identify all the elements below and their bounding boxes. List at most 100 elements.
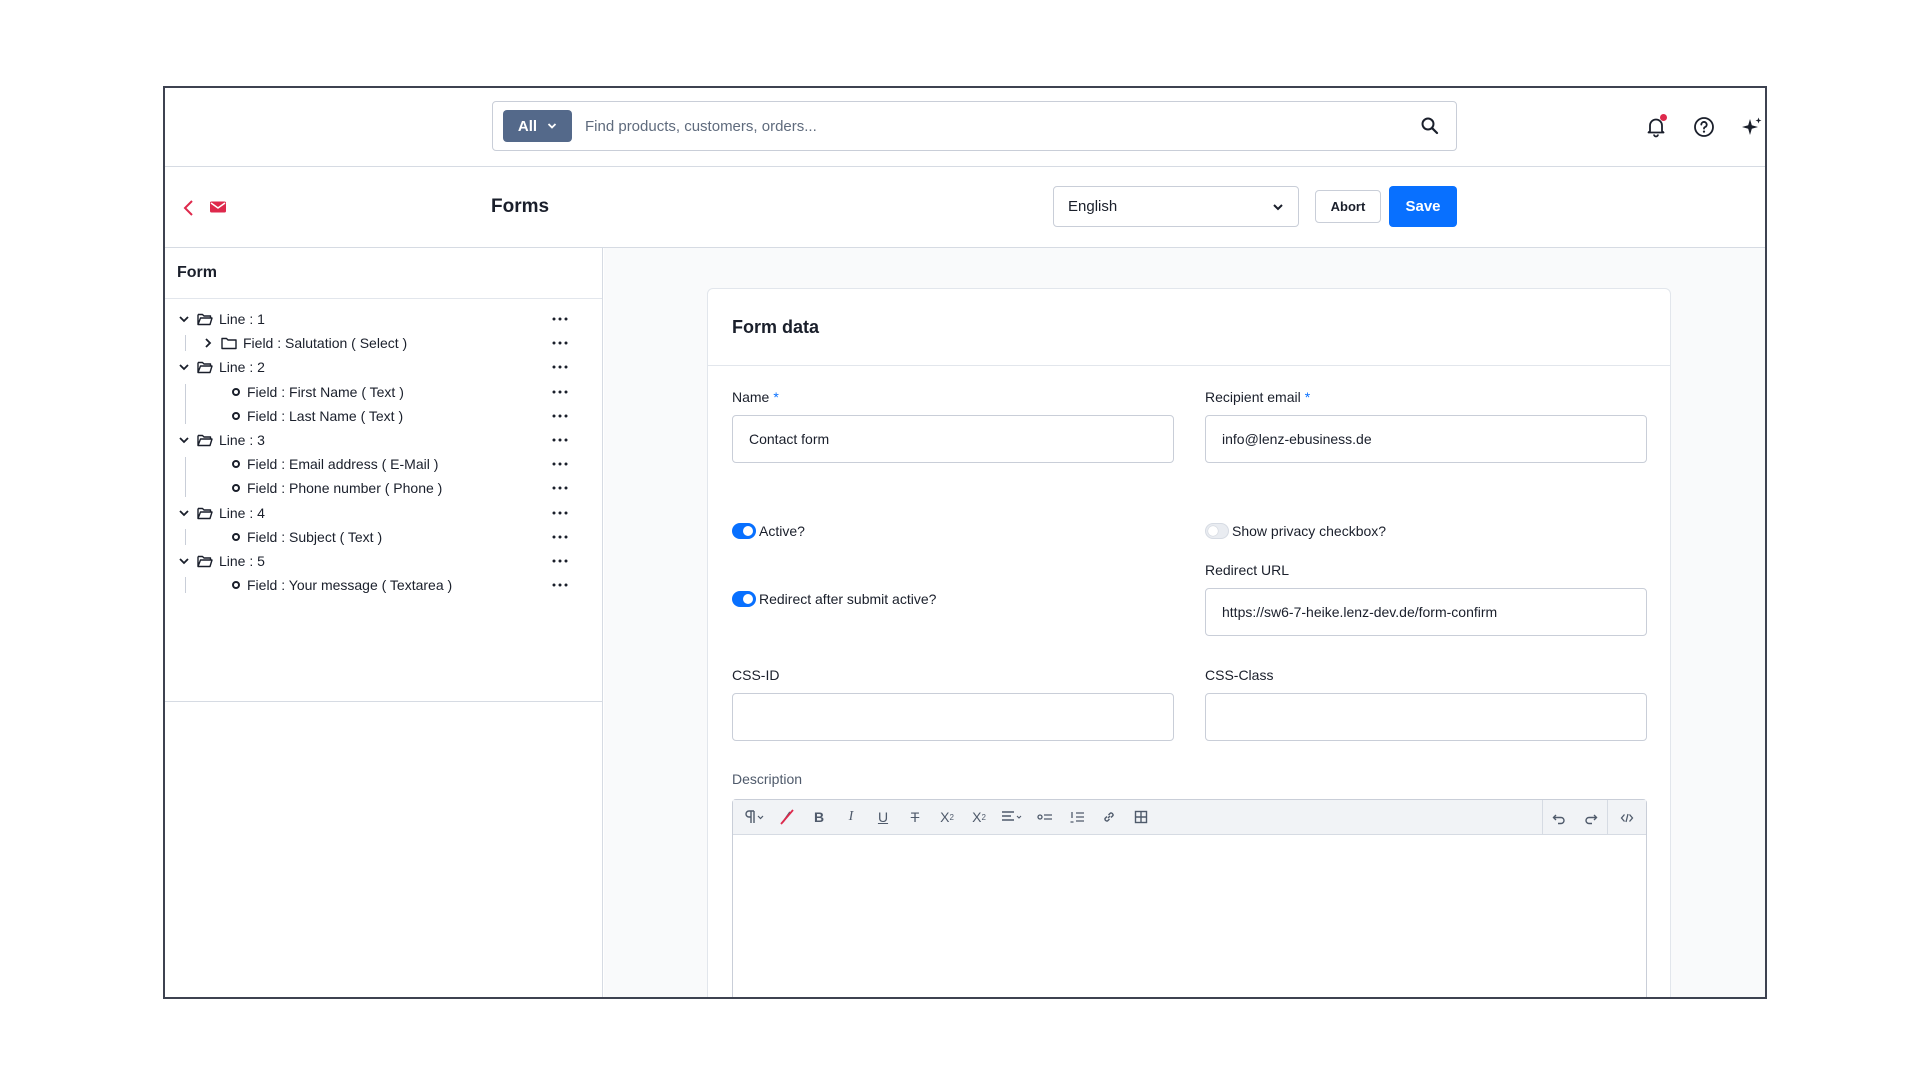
text-align-button[interactable] — [995, 800, 1029, 835]
tree-item-field-email[interactable]: Field : Email address ( E-Mail ) — [165, 452, 602, 476]
tree-item-field-salutation[interactable]: Field : Salutation ( Select ) — [165, 331, 602, 355]
tree-item-label: Field : Phone number ( Phone ) — [247, 480, 443, 497]
link-button[interactable] — [1093, 800, 1125, 835]
undo-icon — [1552, 814, 1565, 824]
tree-item-label: Field : Salutation ( Select ) — [243, 335, 408, 352]
tree-item-label: Field : Last Name ( Text ) — [247, 407, 404, 424]
chevron-down-icon — [1273, 204, 1283, 211]
chevron-right-icon[interactable] — [201, 336, 215, 350]
tree-item-label: Line : 2 — [219, 359, 265, 376]
toggle-knob — [743, 594, 753, 604]
tree-item-field-message[interactable]: Field : Your message ( Textarea ) — [165, 573, 602, 597]
underline-button[interactable]: U — [867, 800, 899, 835]
tree-item-field-first-name[interactable]: Field : First Name ( Text ) — [165, 380, 602, 404]
search-scope-button[interactable]: All — [503, 110, 572, 142]
tree-item-line-1[interactable]: Line : 1 — [165, 307, 602, 331]
bullet-list-button[interactable] — [1029, 800, 1061, 835]
form-data-card: Form data Name* Recipient email* Active?… — [707, 288, 1671, 997]
privacy-checkbox-toggle[interactable] — [1205, 523, 1229, 539]
tree-item-line-4[interactable]: Line : 4 — [165, 501, 602, 525]
chevron-down-icon[interactable] — [177, 506, 191, 520]
more-options-icon[interactable] — [551, 481, 569, 495]
css-id-input[interactable] — [732, 693, 1174, 741]
action-bar: Forms English Abort Save — [165, 168, 1765, 248]
form-tree-panel: Form Line : 1 Field: Salutation (Selec… — [165, 248, 603, 997]
more-options-icon[interactable] — [551, 360, 569, 374]
italic-button[interactable]: I — [835, 800, 867, 835]
editor-content-area[interactable] — [733, 835, 1646, 997]
tree-item-field-last-name[interactable]: Field : Last Name ( Text ) — [165, 404, 602, 428]
description-editor: B I U T X2 X2 — [732, 799, 1647, 997]
language-select-value: English — [1068, 198, 1118, 215]
more-options-icon[interactable] — [551, 530, 569, 544]
numbered-list-button[interactable] — [1061, 800, 1093, 835]
tree-item-line-3[interactable]: Line : 3 — [165, 428, 602, 452]
redo-button[interactable] — [1575, 800, 1607, 835]
chevron-down-icon[interactable] — [177, 554, 191, 568]
more-options-icon[interactable] — [551, 385, 569, 399]
tree-item-line-5[interactable]: Line : 5 — [165, 549, 602, 573]
tree-item-field-subject[interactable]: Field : Subject ( Text ) — [165, 525, 602, 549]
css-class-label: CSS-Class — [1205, 667, 1274, 683]
recipient-email-input[interactable] — [1205, 415, 1647, 463]
language-select[interactable]: English — [1053, 186, 1299, 227]
ai-assistant-button[interactable] — [1739, 114, 1765, 140]
bullet-icon — [232, 460, 240, 469]
search-scope-label: All — [517, 117, 538, 135]
more-options-icon[interactable] — [551, 554, 569, 568]
paragraph-format-button[interactable] — [737, 800, 771, 835]
form-tree: Line : 1 Field : Salutation ( Select ) L… — [165, 299, 602, 702]
tree-title: Form — [165, 248, 602, 299]
redirect-url-input[interactable] — [1205, 588, 1647, 636]
search-icon[interactable] — [1420, 116, 1440, 136]
name-label-text: Name — [732, 389, 770, 405]
css-class-input[interactable] — [1205, 693, 1647, 741]
mail-icon — [210, 201, 226, 213]
undo-button[interactable] — [1543, 800, 1575, 835]
tree-item-field-phone[interactable]: Field : Phone number ( Phone ) — [165, 476, 602, 500]
abort-button[interactable]: Abort — [1315, 190, 1381, 223]
strikethrough-button[interactable]: T — [899, 800, 931, 835]
recipient-email-label-text: Recipient email — [1205, 389, 1301, 405]
required-mark: * — [1304, 389, 1311, 405]
more-options-icon[interactable] — [551, 312, 569, 326]
align-left-icon — [1002, 811, 1022, 821]
folder-open-icon — [197, 434, 213, 447]
active-toggle[interactable] — [732, 523, 756, 539]
redirect-toggle[interactable] — [732, 591, 756, 607]
clear-format-button[interactable] — [771, 800, 803, 835]
bullet-icon — [232, 484, 240, 493]
notifications-button[interactable] — [1643, 114, 1669, 140]
table-icon — [1134, 810, 1148, 824]
app-window: All Forms English Abort — [163, 86, 1767, 999]
subscript-button[interactable]: X2 — [963, 800, 995, 835]
tree-item-line-2[interactable]: Line : 2 — [165, 355, 602, 379]
redirect-toggle-label: Redirect after submit active? — [759, 591, 937, 607]
name-input[interactable] — [732, 415, 1174, 463]
superscript-button[interactable]: X2 — [931, 800, 963, 835]
chevron-down-icon[interactable] — [177, 312, 191, 326]
more-options-icon[interactable] — [551, 457, 569, 471]
more-options-icon[interactable] — [551, 578, 569, 592]
notification-dot — [1660, 114, 1667, 121]
search-input[interactable] — [585, 111, 1385, 141]
chevron-down-icon[interactable] — [177, 360, 191, 374]
save-button[interactable]: Save — [1389, 186, 1457, 227]
page-title: Forms — [491, 196, 550, 217]
code-view-button[interactable] — [1608, 800, 1646, 835]
more-options-icon[interactable] — [551, 433, 569, 447]
main-content: Form data Name* Recipient email* Active?… — [604, 248, 1765, 997]
card-title: Form data — [708, 289, 1670, 366]
toggle-knob — [1208, 526, 1218, 536]
chevron-down-icon[interactable] — [177, 433, 191, 447]
back-arrow-icon[interactable] — [181, 198, 197, 218]
bold-button[interactable]: B — [803, 800, 835, 835]
global-search: All — [492, 101, 1457, 151]
more-options-icon[interactable] — [551, 506, 569, 520]
table-button[interactable] — [1125, 800, 1157, 835]
help-button[interactable] — [1691, 114, 1717, 140]
folder-open-icon — [197, 507, 213, 519]
more-options-icon[interactable] — [551, 409, 569, 423]
recipient-email-label: Recipient email * — [1205, 389, 1310, 405]
more-options-icon[interactable] — [551, 336, 569, 350]
